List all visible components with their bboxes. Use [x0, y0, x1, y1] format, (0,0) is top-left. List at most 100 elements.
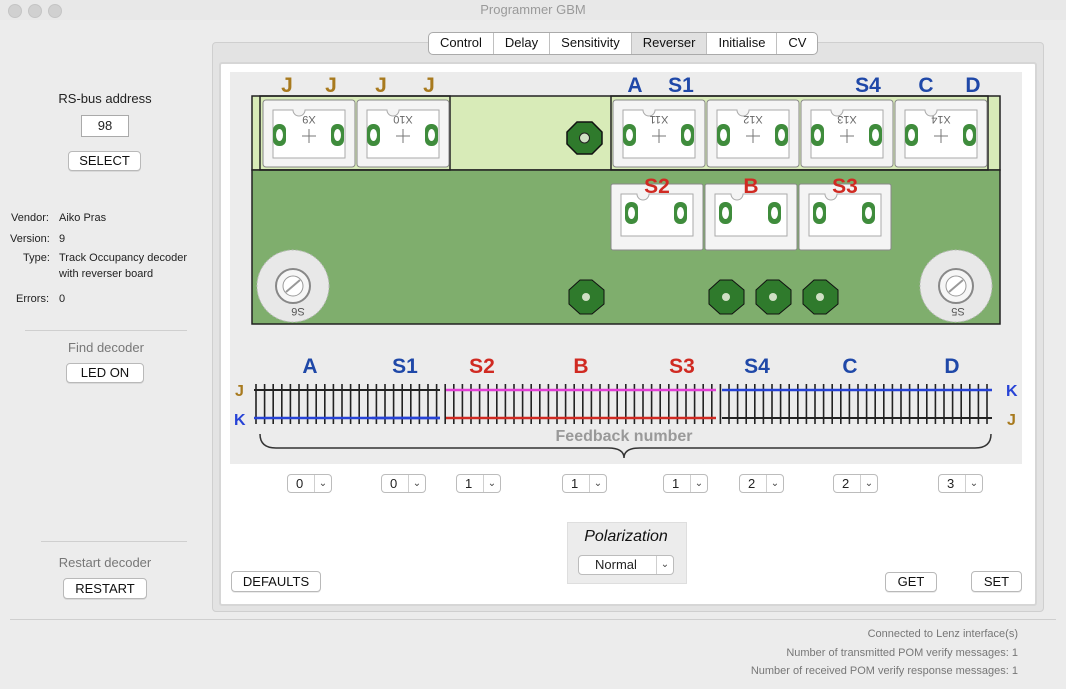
track-label-s1: S1: [392, 355, 418, 378]
polarization-label: Polarization: [584, 528, 668, 545]
select-value: 0: [390, 476, 398, 491]
get-button[interactable]: GET: [885, 572, 937, 592]
chevron-down-icon: ⌄: [314, 475, 331, 492]
select-value: 2: [842, 476, 850, 491]
board-label-j: J: [325, 74, 337, 97]
track-label-s4: S4: [744, 355, 770, 378]
close-window-button[interactable]: [8, 4, 22, 18]
tab-bar: Control Delay Sensitivity Reverser Initi…: [428, 32, 819, 55]
connector-x10: X10: [356, 99, 450, 168]
sidebar-divider: [25, 330, 187, 331]
rs-bus-address-input[interactable]: 98: [81, 115, 129, 137]
feedback-select-d[interactable]: 3 ⌄: [938, 474, 983, 493]
chevron-down-icon: ⌄: [656, 556, 673, 574]
corner-label-s5: S5: [951, 305, 964, 317]
track-rails: [254, 388, 992, 420]
find-decoder-label: Find decoder: [68, 340, 144, 355]
select-value: Normal: [595, 557, 637, 572]
connector-x11: X11: [612, 99, 706, 168]
solder-pad: [755, 279, 792, 315]
track-left-k: K: [234, 412, 246, 429]
board-label-j: J: [423, 74, 435, 97]
reverser-board-diagram: X9 X10 X11 X12 X13 X14 S6 S5 J J J J A S…: [234, 74, 1018, 459]
connector-label-x10: X10: [393, 113, 413, 125]
chevron-down-icon: ⌄: [766, 475, 783, 492]
track-label-c: C: [842, 355, 857, 378]
status-divider: [10, 619, 1056, 620]
connector-x13: X13: [800, 99, 894, 168]
chevron-down-icon: ⌄: [690, 475, 707, 492]
connector-label-x14: X14: [931, 113, 951, 125]
title-bar: Programmer GBM: [0, 0, 1066, 20]
connector-x14: X14: [894, 99, 988, 168]
board-label-s3: S3: [832, 175, 858, 198]
feedback-select-a[interactable]: 0 ⌄: [287, 474, 332, 493]
status-connection: Connected to Lenz interface(s): [867, 628, 1018, 640]
chevron-down-icon: ⌄: [589, 475, 606, 492]
feedback-select-s1[interactable]: 0 ⌄: [381, 474, 426, 493]
vendor-value: Aiko Pras: [59, 212, 107, 224]
select-value: 1: [672, 476, 680, 491]
defaults-button[interactable]: DEFAULTS: [231, 571, 321, 592]
board-label-c: C: [918, 74, 933, 97]
connector-x9: X9: [262, 99, 356, 168]
set-button[interactable]: SET: [971, 571, 1022, 592]
board-label-j: J: [375, 74, 387, 97]
board-label-j: J: [281, 74, 293, 97]
minimize-window-button[interactable]: [28, 4, 42, 18]
chevron-down-icon: ⌄: [965, 475, 982, 492]
tab-control[interactable]: Control: [429, 33, 494, 54]
restart-decoder-label: Restart decoder: [58, 555, 152, 570]
rs-bus-label: RS-bus address: [58, 91, 152, 106]
restart-button[interactable]: RESTART: [63, 578, 147, 599]
tab-sensitivity[interactable]: Sensitivity: [550, 33, 632, 54]
board-label-s4: S4: [855, 74, 881, 97]
board-label-b: B: [743, 175, 758, 198]
track-left-j: J: [235, 383, 244, 400]
tab-delay[interactable]: Delay: [494, 33, 551, 54]
board-label-d: D: [965, 74, 980, 97]
errors-label: Errors:: [16, 293, 49, 305]
feedback-select-s2[interactable]: 1 ⌄: [456, 474, 501, 493]
select-value: 1: [465, 476, 473, 491]
board-label-s1: S1: [668, 74, 694, 97]
feedback-select-s4[interactable]: 2 ⌄: [739, 474, 784, 493]
select-value: 2: [748, 476, 756, 491]
version-label: Version:: [10, 233, 50, 245]
select-button[interactable]: SELECT: [68, 151, 141, 171]
board-label-a: A: [627, 74, 642, 97]
tab-reverser[interactable]: Reverser: [631, 33, 708, 54]
vendor-label: Vendor:: [11, 212, 49, 224]
board-label-s2: S2: [644, 175, 670, 198]
track-label-a: A: [302, 355, 317, 378]
select-value: 0: [296, 476, 304, 491]
track-label-b: B: [573, 355, 588, 378]
solder-pad: [802, 279, 839, 315]
errors-value: 0: [59, 293, 66, 305]
type-value-line1: Track Occupancy decoder: [59, 252, 187, 264]
connector-label-x13: X13: [837, 113, 857, 125]
select-value: 3: [947, 476, 955, 491]
corner-label-s6: S6: [291, 305, 304, 317]
zoom-window-button[interactable]: [48, 4, 62, 18]
type-label: Type:: [23, 252, 50, 264]
track-label-d: D: [944, 355, 959, 378]
type-value-line2: with reverser board: [59, 268, 154, 280]
track-label-s2: S2: [469, 355, 495, 378]
select-value: 1: [571, 476, 579, 491]
polarization-select[interactable]: Normal ⌄: [578, 555, 674, 575]
led-on-button[interactable]: LED ON: [66, 363, 144, 383]
track-label-s3: S3: [669, 355, 695, 378]
feedback-select-s3[interactable]: 1 ⌄: [663, 474, 708, 493]
center-led-pad: [566, 121, 603, 155]
connector-x12: X12: [706, 99, 800, 168]
tab-initialise[interactable]: Initialise: [707, 33, 778, 54]
feedback-select-c[interactable]: 2 ⌄: [833, 474, 878, 493]
chevron-down-icon: ⌄: [860, 475, 877, 492]
feedback-select-b[interactable]: 1 ⌄: [562, 474, 607, 493]
tab-cv[interactable]: CV: [777, 33, 817, 54]
track-right-j: J: [1007, 412, 1016, 429]
status-received-count: Number of received POM verify response m…: [750, 665, 1018, 677]
connector-label-x9: X9: [302, 113, 315, 125]
chevron-down-icon: ⌄: [408, 475, 425, 492]
